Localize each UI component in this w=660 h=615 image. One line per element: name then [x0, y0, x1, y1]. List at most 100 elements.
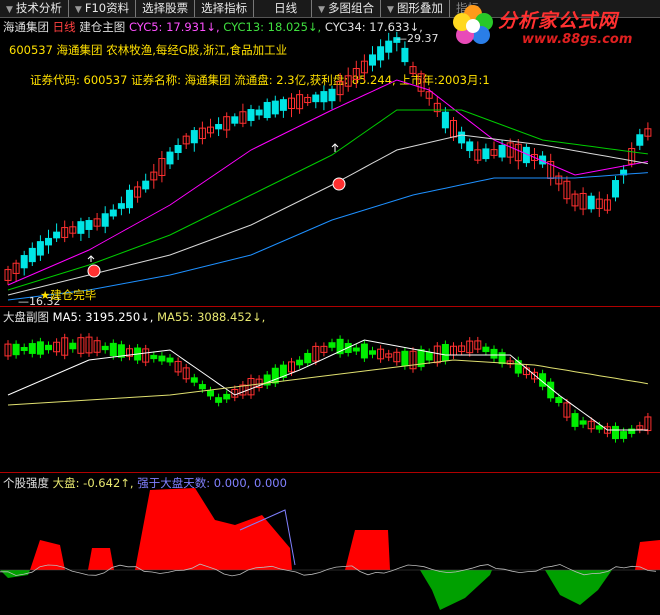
- candle-body: [101, 213, 109, 227]
- market-panel-divider: [0, 472, 660, 473]
- market-candle-body: [215, 397, 223, 403]
- market-subchart: [4, 333, 652, 443]
- candle-body: [255, 109, 263, 116]
- candle-body: [312, 94, 320, 103]
- candle-body: [587, 195, 595, 210]
- market-candle-body: [352, 347, 360, 352]
- candle-body: [28, 247, 36, 263]
- market-candle-body: [150, 354, 158, 360]
- market-strength-value: 大盘: -0.642↑,: [52, 476, 134, 490]
- market-candle-body: [401, 350, 409, 367]
- main-kline-chart: [4, 31, 652, 301]
- market-candle-body: [555, 396, 563, 404]
- ma5-value: MA5: 3195.250↓,: [52, 310, 154, 324]
- high-price-label: —29.37: [396, 32, 439, 45]
- strength-panel-header: 个股强度 大盘: -0.642↑, 强于大盘天数: 0.000, 0.000: [3, 475, 287, 491]
- market-candle-body: [498, 352, 506, 365]
- market-panel-title: 大盘副图: [3, 310, 49, 324]
- candle-body: [377, 46, 385, 61]
- candle-body: [279, 99, 287, 111]
- market-candle-body: [328, 342, 336, 348]
- market-candle-body: [101, 345, 109, 351]
- positive-area: [135, 488, 292, 570]
- candle-body: [401, 47, 409, 63]
- market-candle-body: [369, 350, 376, 355]
- market-panel-header: 大盘副图 MA5: 3195.250↓, MA55: 3088.452↓,: [3, 309, 265, 325]
- market-candle-body: [271, 367, 279, 384]
- candle-body: [458, 131, 466, 144]
- cyc13-line: [7, 109, 648, 291]
- candle-body: [231, 116, 239, 124]
- candle-body: [109, 209, 117, 217]
- up-arrow-icon: [331, 143, 339, 152]
- candle-body: [36, 241, 44, 256]
- strength-panel-title: 个股强度: [3, 476, 49, 490]
- candle-body: [636, 134, 644, 146]
- market-candle-body: [28, 343, 36, 354]
- market-candle-body: [595, 425, 603, 430]
- market-candle-body: [579, 420, 587, 425]
- candle-body: [441, 111, 449, 129]
- candle-body: [385, 40, 393, 53]
- market-candle-body: [425, 351, 433, 361]
- candle-body: [271, 100, 279, 115]
- negative-area: [545, 570, 612, 605]
- candle-body: [126, 189, 133, 209]
- stock-chart-window: ▼技术分析 ▼F10资料 选择股票 选择指标 日线 ▼多图组合 ▼图形叠加 指标…: [0, 0, 660, 615]
- candle-body: [498, 144, 506, 158]
- candle-body: [45, 237, 52, 246]
- market-candle-body: [190, 377, 198, 383]
- candle-body: [174, 144, 182, 154]
- positive-area: [345, 530, 390, 570]
- smiley-marker-icon: [332, 177, 346, 191]
- smiley-marker-icon: [87, 264, 101, 278]
- market-candle-body: [360, 343, 368, 359]
- market-candle-body: [490, 348, 498, 359]
- stronger-days-value: 强于大盘天数: 0.000, 0.000: [137, 476, 287, 490]
- market-candle-body: [166, 357, 174, 363]
- high-price-value: 29.37: [407, 32, 439, 45]
- candle-body: [482, 148, 490, 160]
- candle-body: [20, 255, 28, 269]
- candle-body: [328, 88, 336, 102]
- candle-body: [142, 180, 150, 190]
- build-position-complete: ★建仓完毕: [40, 288, 97, 302]
- candle-body: [466, 141, 474, 152]
- market-candle-body: [207, 390, 214, 397]
- strength-subchart: [0, 488, 660, 610]
- market-candle-body: [198, 384, 206, 390]
- market-candle-body: [571, 413, 579, 427]
- negative-area: [420, 570, 492, 610]
- market-candle-body: [20, 346, 28, 352]
- candle-body: [612, 180, 619, 198]
- candle-body: [369, 54, 376, 66]
- market-candle-body: [304, 352, 312, 364]
- market-candle-body: [441, 343, 449, 362]
- candle-body: [263, 101, 271, 119]
- market-candle-body: [296, 359, 304, 366]
- candle-body: [166, 151, 174, 165]
- market-candle-body: [69, 342, 77, 350]
- candle-body: [53, 231, 61, 239]
- market-candle-body: [36, 341, 44, 355]
- market-candle-body: [514, 360, 522, 374]
- candle-body: [247, 109, 255, 121]
- cyc-long-line: [7, 172, 648, 301]
- market-candle-body: [158, 355, 166, 362]
- positive-area: [88, 548, 114, 570]
- market-candle-body: [223, 393, 231, 400]
- candle-body: [85, 220, 93, 230]
- market-candle-body: [620, 431, 628, 439]
- candle-body: [215, 123, 223, 130]
- candle-body: [117, 203, 125, 209]
- positive-area: [635, 540, 660, 570]
- market-candle-body: [12, 343, 20, 356]
- candle-body: [320, 91, 328, 103]
- cyc5-line: [7, 79, 648, 286]
- up-arrow-icon: [87, 255, 95, 262]
- chart-canvas[interactable]: [0, 0, 660, 615]
- market-candle-body: [45, 344, 52, 351]
- ma55-value: MA55: 3088.452↓,: [157, 310, 266, 324]
- candle-body: [77, 221, 85, 234]
- main-chart-divider: [0, 306, 660, 307]
